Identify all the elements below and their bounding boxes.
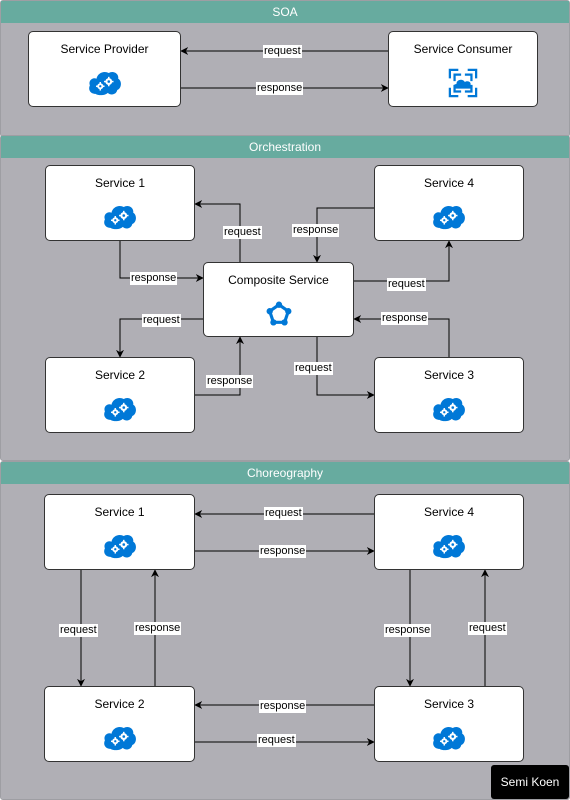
choreo-service-2-node[interactable]: Service 2 <box>44 686 195 762</box>
service-provider-node[interactable]: Service Provider <box>28 31 181 107</box>
cloud-gears-icon <box>103 203 137 230</box>
edge-label: request <box>59 624 98 637</box>
edge-label: response <box>206 375 254 388</box>
node-title: Service 4 <box>423 176 475 190</box>
node-title: Service Consumer <box>413 42 513 56</box>
edge-label: response <box>256 82 304 95</box>
choreo-service-4-node[interactable]: Service 4 <box>374 494 524 570</box>
node-title: Service 3 <box>423 368 475 382</box>
composite-service-node[interactable]: Composite Service <box>203 262 354 337</box>
edge-label: request <box>263 45 302 58</box>
choreography-header: Choreography <box>1 462 569 484</box>
edge-label: response <box>381 312 429 325</box>
edge-label: response <box>259 545 307 558</box>
service-consumer-node[interactable]: Service Consumer <box>388 31 538 107</box>
network-pentagon-icon <box>266 301 292 327</box>
orch-service-4-node[interactable]: Service 4 <box>374 165 524 241</box>
edge-label: request <box>294 362 333 375</box>
node-title: Service 3 <box>423 697 475 711</box>
edge-label: response <box>292 224 340 237</box>
cloud-gears-icon <box>103 724 137 751</box>
orch-service-2-node[interactable]: Service 2 <box>45 357 195 433</box>
choreo-service-3-node[interactable]: Service 3 <box>374 686 524 762</box>
edge-label: response <box>130 272 178 285</box>
node-title: Service 1 <box>94 505 145 519</box>
node-title: Service 1 <box>94 176 146 190</box>
cloud-gears-icon <box>103 395 137 422</box>
choreo-service-1-node[interactable]: Service 1 <box>44 494 195 570</box>
cloud-gears-icon <box>432 532 466 559</box>
node-title: Service 2 <box>94 697 145 711</box>
orch-service-1-node[interactable]: Service 1 <box>45 165 195 241</box>
soa-header: SOA <box>1 1 569 23</box>
cloud-gears-icon <box>432 203 466 230</box>
edge-label: request <box>468 622 507 635</box>
orchestration-header: Orchestration <box>1 136 569 158</box>
edge-label: request <box>142 314 181 327</box>
node-title: Service 2 <box>94 368 146 382</box>
orch-service-3-node[interactable]: Service 3 <box>374 357 524 433</box>
edge-label: request <box>257 734 296 747</box>
edge-label: response <box>384 624 432 637</box>
author-badge: Semi Koen <box>491 765 569 799</box>
cloud-gears-icon <box>432 724 466 751</box>
cloud-gears-icon <box>432 395 466 422</box>
cloud-gears-icon <box>103 532 137 559</box>
edge-label: response <box>259 700 307 713</box>
edge-label: request <box>387 278 426 291</box>
cloud-app-icon <box>448 68 478 98</box>
node-title: Service 4 <box>423 505 475 519</box>
node-title: Service Provider <box>60 42 149 56</box>
edge-label: request <box>264 507 303 520</box>
node-title: Composite Service <box>228 273 329 287</box>
edge-label: request <box>223 226 262 239</box>
edge-label: response <box>134 622 182 635</box>
cloud-gears-icon <box>88 69 122 96</box>
